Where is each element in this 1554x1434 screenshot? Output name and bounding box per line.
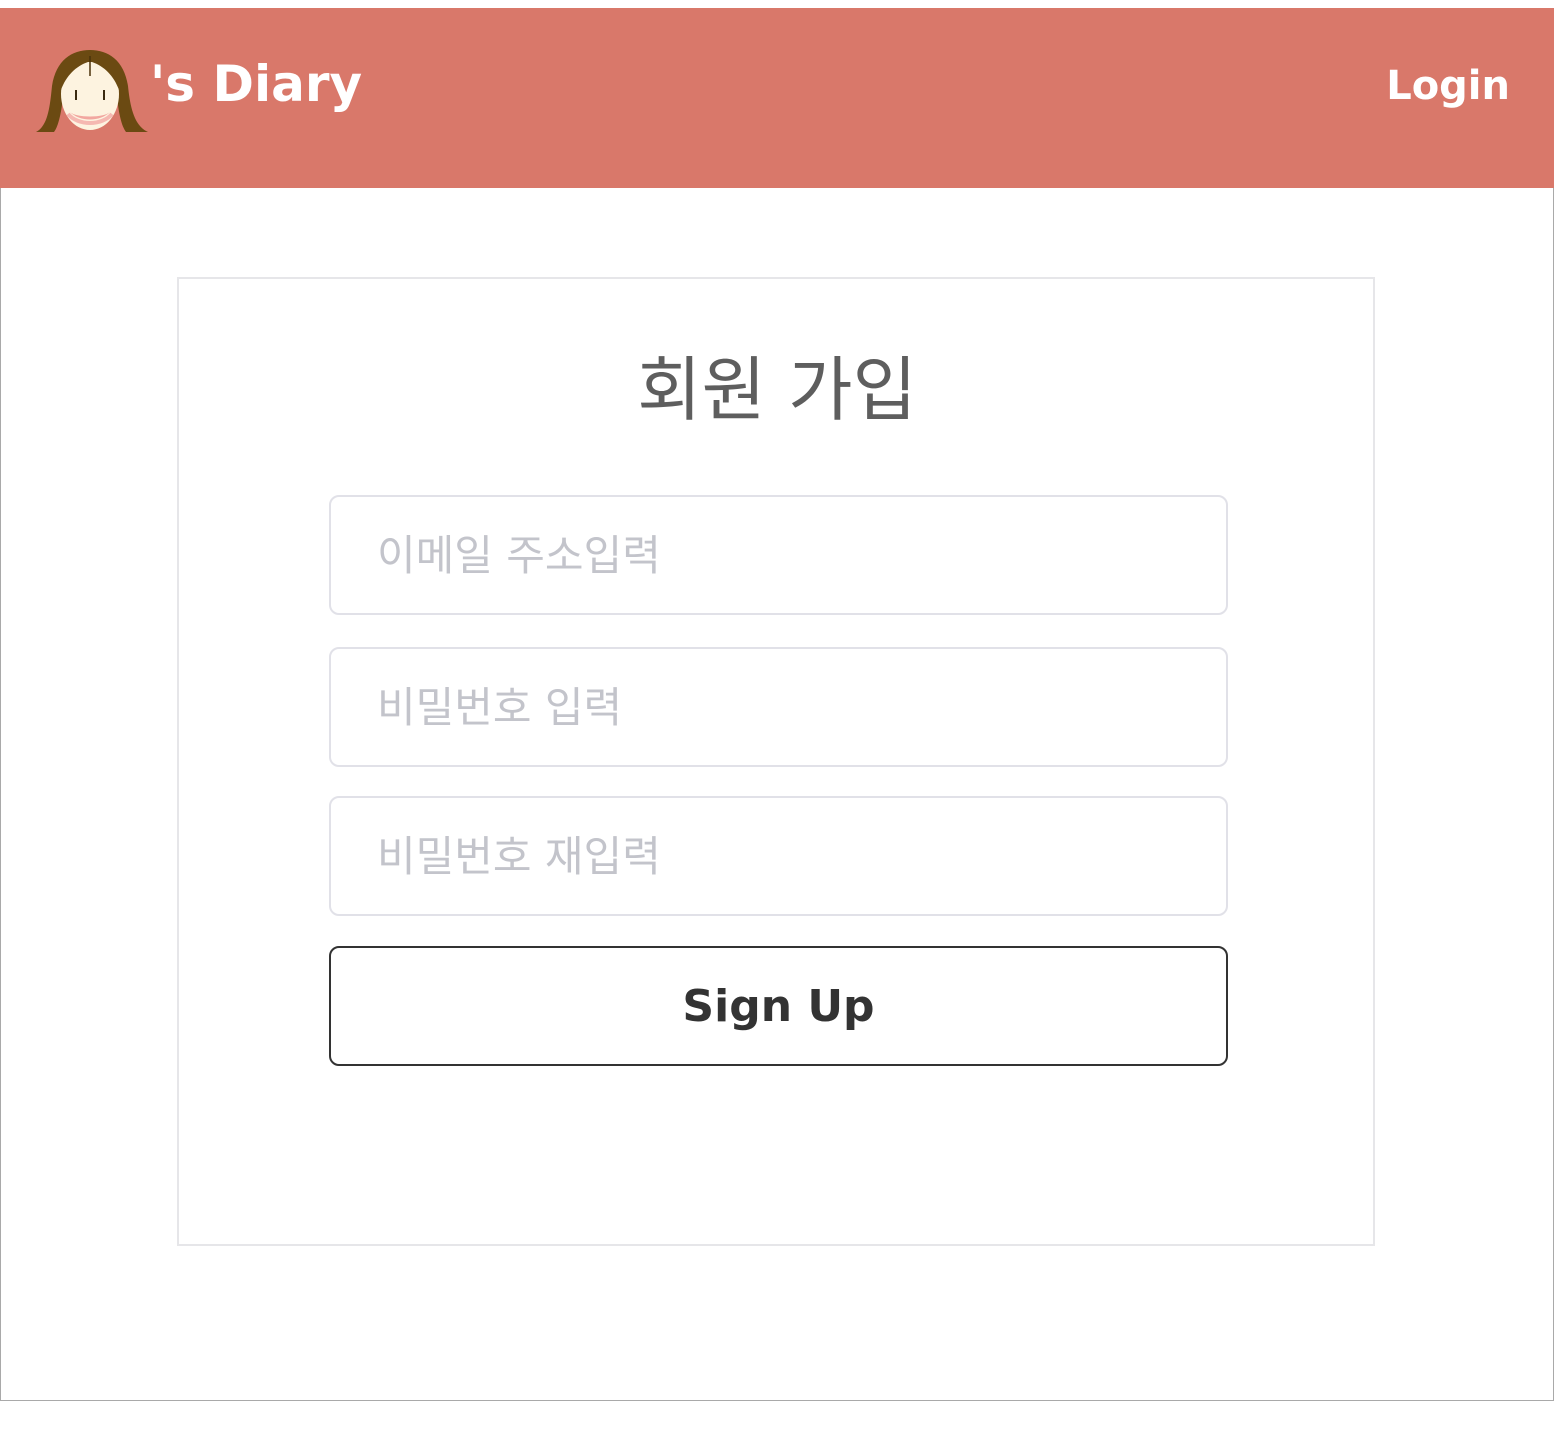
- top-navbar: 's Diary Login: [0, 8, 1554, 188]
- girl-face-logo-icon[interactable]: [30, 46, 154, 134]
- page-title: 회원 가입: [637, 349, 917, 431]
- email-input[interactable]: [329, 495, 1228, 615]
- password-input[interactable]: [329, 647, 1228, 767]
- sign-up-button[interactable]: Sign Up: [329, 946, 1228, 1066]
- brand-title[interactable]: 's Diary: [150, 52, 362, 116]
- login-link[interactable]: Login: [1386, 60, 1510, 112]
- password-confirm-input[interactable]: [329, 796, 1228, 916]
